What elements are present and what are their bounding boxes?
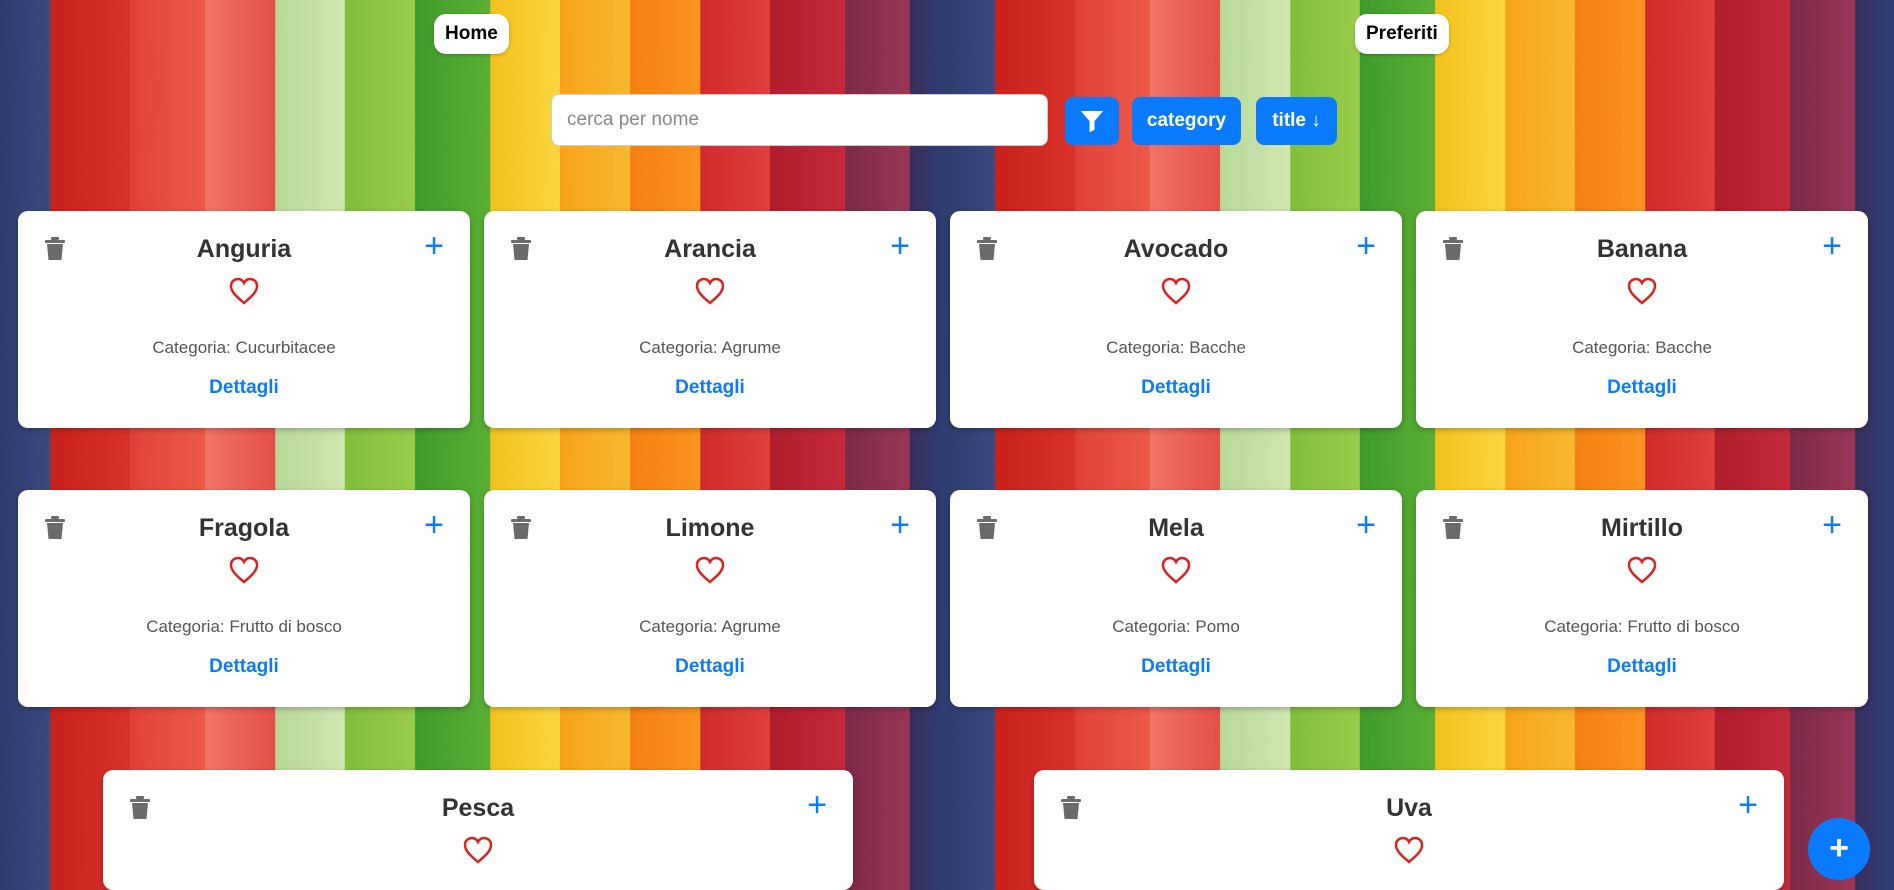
details-link[interactable]: Dettagli bbox=[950, 656, 1402, 678]
heart-icon[interactable] bbox=[1394, 836, 1424, 864]
fruit-card: + Fragola Categoria: Frutto di bosco Det… bbox=[18, 490, 470, 707]
card-category: Categoria: Bacche bbox=[1572, 338, 1712, 357]
card-title: Avocado bbox=[1123, 235, 1229, 263]
card-title: Limone bbox=[665, 514, 755, 542]
card-title: Anguria bbox=[196, 235, 292, 263]
details-link[interactable]: Dettagli bbox=[18, 656, 470, 678]
details-link[interactable]: Dettagli bbox=[18, 377, 470, 399]
fruit-card: + Mirtillo Categoria: Frutto di bosco De… bbox=[1416, 490, 1868, 707]
details-link[interactable]: Dettagli bbox=[1416, 656, 1868, 678]
heart-icon[interactable] bbox=[695, 277, 725, 305]
card-title: Banana bbox=[1596, 235, 1688, 263]
home-link[interactable]: Home bbox=[434, 14, 509, 54]
heart-icon[interactable] bbox=[1161, 556, 1191, 584]
card-title: Pesca bbox=[441, 794, 515, 822]
card-category: Categoria: Bacche bbox=[1106, 338, 1246, 357]
card-title: Arancia bbox=[664, 235, 756, 263]
title-sort-button[interactable]: title ↓ bbox=[1256, 97, 1337, 145]
card-category: Categoria: Agrume bbox=[639, 338, 781, 357]
fruit-card: + Pesca bbox=[103, 770, 853, 890]
fruit-card: + Limone Categoria: Agrume Dettagli bbox=[484, 490, 936, 707]
arrow-down-icon: ↓ bbox=[1311, 110, 1321, 131]
card-category: Categoria: Agrume bbox=[639, 617, 781, 636]
heart-icon[interactable] bbox=[229, 556, 259, 584]
card-title: Mela bbox=[1148, 514, 1204, 542]
filter-button[interactable] bbox=[1065, 97, 1119, 145]
details-link[interactable]: Dettagli bbox=[950, 377, 1402, 399]
heart-icon[interactable] bbox=[695, 556, 725, 584]
card-title: Uva bbox=[1386, 794, 1432, 822]
details-link[interactable]: Dettagli bbox=[484, 377, 936, 399]
fruit-card: + Uva bbox=[1034, 770, 1784, 890]
heart-icon[interactable] bbox=[1161, 277, 1191, 305]
card-category: Categoria: Cucurbitacee bbox=[152, 338, 336, 357]
card-title: Mirtillo bbox=[1601, 514, 1683, 542]
details-link[interactable]: Dettagli bbox=[1416, 377, 1868, 399]
heart-icon[interactable] bbox=[463, 836, 493, 864]
fruit-card: + Arancia Categoria: Agrume Dettagli bbox=[484, 211, 936, 428]
category-sort-button[interactable]: category bbox=[1132, 97, 1241, 145]
fruit-card: + Avocado Categoria: Bacche Dettagli bbox=[950, 211, 1402, 428]
filter-icon bbox=[1080, 111, 1104, 133]
fruit-card: + Anguria Categoria: Cucurbitacee Dettag… bbox=[18, 211, 470, 428]
card-category: Categoria: Frutto di bosco bbox=[1544, 617, 1740, 636]
title-sort-label: title bbox=[1272, 110, 1306, 131]
card-title: Fragola bbox=[198, 514, 290, 542]
heart-icon[interactable] bbox=[229, 277, 259, 305]
fruit-card: + Banana Categoria: Bacche Dettagli bbox=[1416, 211, 1868, 428]
heart-icon[interactable] bbox=[1627, 556, 1657, 584]
heart-icon[interactable] bbox=[1627, 277, 1657, 305]
fruit-card: + Mela Categoria: Pomo Dettagli bbox=[950, 490, 1402, 707]
card-category: Categoria: Frutto di bosco bbox=[146, 617, 342, 636]
card-category: Categoria: Pomo bbox=[1112, 617, 1240, 636]
details-link[interactable]: Dettagli bbox=[484, 656, 936, 678]
search-input[interactable]: cerca per nome bbox=[551, 94, 1048, 146]
favorites-link[interactable]: Preferiti bbox=[1355, 14, 1449, 54]
